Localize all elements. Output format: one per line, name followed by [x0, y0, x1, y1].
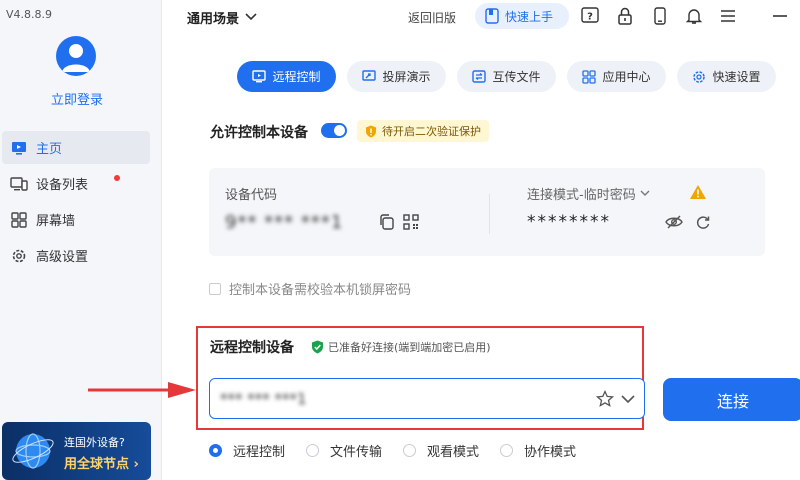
chevron-down-icon [245, 10, 257, 25]
sidebar-item-home[interactable]: 主页 [2, 131, 150, 164]
mode-label: 文件传输 [330, 445, 383, 460]
gear-icon [692, 70, 706, 84]
eye-off-icon[interactable] [665, 214, 683, 234]
sidebar-item-label: 屏幕墙 [36, 214, 76, 229]
quick-start-button[interactable]: 快速上手 [475, 3, 569, 29]
version-label: V4.8.8.9 [6, 8, 53, 21]
remote-device-input[interactable]: *** *** ***1 [209, 378, 645, 419]
mode-collaboration[interactable]: 协作模式 [500, 441, 576, 460]
device-code-label: 设备代码 [225, 188, 278, 203]
file-transfer-icon [472, 70, 487, 83]
avatar[interactable] [56, 36, 96, 76]
global-node-promo[interactable]: 连国外设备? 用全球节点 › [2, 422, 151, 480]
sidebar-item-screenwall[interactable]: 屏幕墙 [2, 203, 150, 236]
connection-mode-label: 连接模式-临时密码 [527, 188, 636, 203]
lock-icon[interactable] [615, 6, 635, 26]
remote-control-title: 远程控制设备 [210, 340, 294, 356]
mode-file-transfer[interactable]: 文件传输 [306, 441, 382, 460]
temp-password: ******** [527, 212, 611, 232]
shield-icon [365, 125, 377, 138]
old-version-link[interactable]: 返回旧版 [408, 9, 456, 26]
tab-label: 远程控制 [272, 70, 321, 84]
remote-icon [252, 70, 267, 83]
scene-label: 通用场景 [187, 12, 240, 27]
login-link[interactable]: 立即登录 [0, 89, 154, 108]
lock-password-option[interactable]: 控制本设备需校验本机锁屏密码 [209, 279, 411, 298]
connection-status: 已准备好连接(端到端加密已启用) [311, 339, 491, 355]
sidebar-item-devices[interactable]: 设备列表 [2, 167, 150, 200]
shield-check-icon [311, 340, 324, 354]
tab-remote-control[interactable]: 远程控制 [237, 61, 336, 92]
devices-icon [10, 175, 28, 193]
lock-password-checkbox[interactable] [209, 282, 221, 295]
mode-radio[interactable] [403, 444, 417, 457]
tab-app-center[interactable]: 应用中心 [567, 61, 666, 92]
star-icon[interactable] [595, 389, 615, 412]
globe-icon [10, 428, 56, 478]
mode-label: 观看模式 [427, 445, 480, 460]
chevron-down-icon[interactable] [620, 390, 636, 412]
mode-remote-control[interactable]: 远程控制 [209, 441, 285, 460]
chevron-down-icon [640, 186, 650, 201]
grid-icon [10, 211, 28, 229]
mode-watch[interactable]: 观看模式 [403, 441, 479, 460]
gear-icon [10, 247, 28, 265]
mode-label: 协作模式 [524, 445, 577, 460]
sidebar-item-label: 主页 [36, 142, 63, 157]
bell-icon[interactable] [684, 6, 704, 26]
monitor-icon [10, 139, 28, 157]
tab-file-transfer[interactable]: 互传文件 [457, 61, 556, 92]
connection-status-label: 已准备好连接(端到端加密已启用) [328, 341, 491, 354]
promo-line1: 连国外设备? [64, 436, 125, 449]
lock-password-label: 控制本设备需校验本机锁屏密码 [229, 283, 412, 298]
allow-control-toggle[interactable] [321, 123, 347, 138]
allow-control-title: 允许控制本设备 [210, 125, 308, 141]
mode-radio[interactable] [306, 444, 320, 457]
tab-label: 互传文件 [492, 70, 541, 84]
tab-label: 应用中心 [602, 70, 651, 84]
tab-quick-settings[interactable]: 快速设置 [677, 61, 776, 92]
sidebar-item-label: 设备列表 [36, 178, 89, 193]
device-info-card: 设备代码 9** *** ***1 连接模式-临时密码 ******** [209, 168, 765, 256]
notification-dot [114, 175, 120, 181]
sidebar-nav: 主页 设备列表 屏幕墙 高级设置 [2, 131, 150, 275]
qr-code-icon[interactable] [403, 214, 419, 234]
menu-icon[interactable] [718, 6, 738, 26]
topbar: 通用场景 返回旧版 快速上手 ? [163, 0, 800, 34]
mode-radio[interactable] [500, 444, 514, 457]
tab-screen-cast[interactable]: 投屏演示 [347, 61, 446, 92]
connection-mode-dropdown[interactable]: 连接模式-临时密码 [527, 184, 650, 203]
tab-label: 投屏演示 [382, 70, 431, 84]
device-code-value: 9** *** ***1 [225, 212, 344, 233]
minimize-icon[interactable] [770, 6, 790, 26]
apps-icon [582, 69, 597, 84]
help-icon[interactable]: ? [580, 6, 600, 26]
scene-dropdown[interactable]: 通用场景 [187, 8, 257, 27]
quick-start-label: 快速上手 [505, 9, 554, 24]
svg-text:?: ? [587, 12, 593, 23]
warning-icon[interactable] [689, 184, 707, 204]
book-icon [485, 8, 499, 24]
two-factor-label: 待开启二次验证保护 [382, 125, 481, 138]
promo-line2: 用全球节点 › [64, 457, 139, 472]
phone-icon[interactable] [650, 6, 670, 26]
connect-button[interactable]: 连接 [663, 378, 800, 421]
sidebar-item-label: 高级设置 [36, 250, 89, 265]
user-icon [62, 44, 90, 72]
sidebar-item-advanced[interactable]: 高级设置 [2, 239, 150, 272]
cast-icon [362, 70, 377, 83]
tab-label: 快速设置 [712, 70, 761, 84]
mode-label: 远程控制 [233, 445, 286, 460]
mode-radio[interactable] [209, 444, 222, 457]
connection-modes: 远程控制 文件传输 观看模式 协作模式 [209, 441, 597, 460]
two-factor-badge[interactable]: 待开启二次验证保护 [357, 120, 489, 142]
refresh-icon[interactable] [695, 214, 711, 234]
copy-icon[interactable] [379, 214, 395, 234]
sidebar: V4.8.8.9 立即登录 主页 设备列表 屏幕墙 高级设置 连国外设备? 用全… [0, 0, 162, 480]
card-divider [489, 194, 490, 234]
remote-device-value: *** *** ***1 [220, 390, 307, 408]
arrow-annotation [88, 382, 196, 398]
